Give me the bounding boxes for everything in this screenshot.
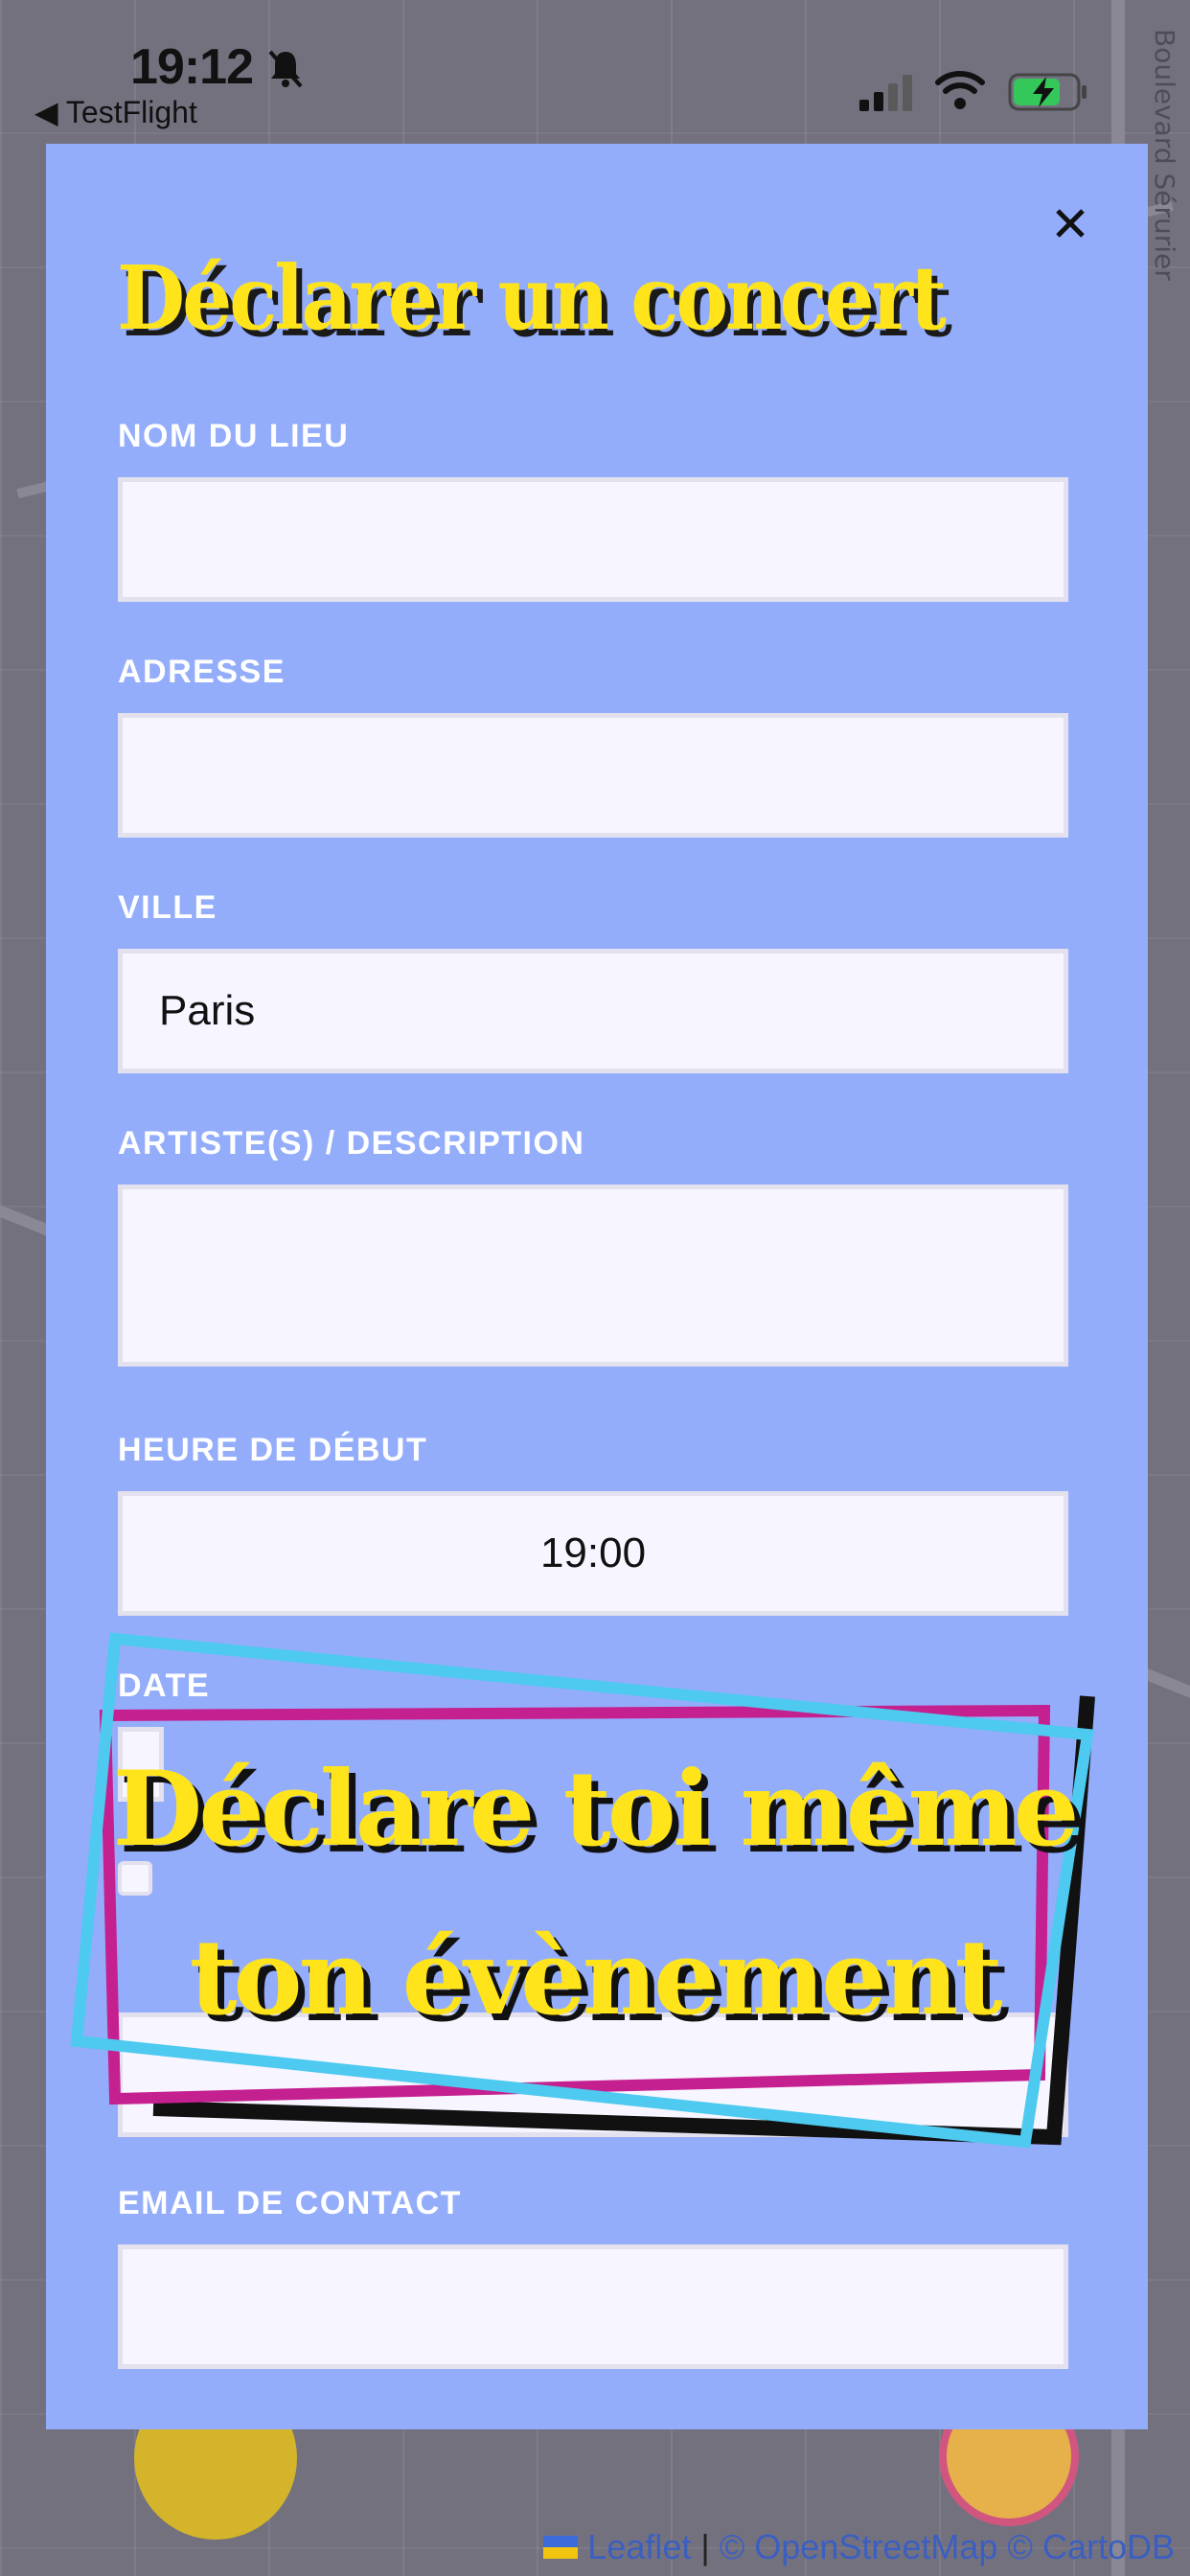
venue-name-input[interactable] xyxy=(118,477,1068,602)
declare-concert-modal: Déclarer un concert NOM DU LIEU ADRESSE … xyxy=(46,144,1148,2429)
ukraine-flag-icon xyxy=(543,2536,579,2559)
address-input[interactable] xyxy=(118,713,1068,838)
attribution-separator: | xyxy=(700,2527,710,2566)
artists-description-input[interactable] xyxy=(118,1184,1068,1367)
wifi-icon xyxy=(935,71,985,109)
battery-charging-icon xyxy=(1008,73,1087,111)
city-label: VILLE xyxy=(118,889,217,926)
status-time: 19:12 xyxy=(130,39,254,95)
modal-title: Déclarer un concert xyxy=(117,247,947,351)
promo-line-2: ton évènement xyxy=(189,1918,1003,2038)
close-icon[interactable] xyxy=(1046,199,1094,247)
map-attribution: Leaflet | © OpenStreetMap © CartoDB xyxy=(524,2518,1190,2576)
cellular-signal-icon xyxy=(859,75,912,111)
contact-email-input[interactable] xyxy=(118,2244,1068,2369)
venue-name-label: NOM DU LIEU xyxy=(118,418,350,454)
openstreetmap-link[interactable]: © OpenStreetMap xyxy=(720,2527,998,2567)
start-time-input[interactable]: 19:00 xyxy=(118,1491,1068,1616)
leaflet-link[interactable]: Leaflet xyxy=(587,2527,691,2567)
artists-description-label: ARTISTE(S) / DESCRIPTION xyxy=(118,1125,585,1162)
promo-line-1: Déclare toi même xyxy=(112,1749,1080,1870)
contact-email-label: EMAIL DE CONTACT xyxy=(118,2185,462,2221)
promo-banner-text: Déclare toi même ton évènement xyxy=(57,1725,1131,2062)
address-label: ADRESSE xyxy=(118,654,286,690)
back-to-testflight-link[interactable]: ◀ TestFlight xyxy=(34,94,197,130)
status-bar: 19:12 ◀ TestFlight xyxy=(0,0,1190,134)
date-label: DATE xyxy=(118,1668,211,1704)
city-input[interactable]: Paris xyxy=(118,949,1068,1073)
bell-muted-icon xyxy=(268,50,303,88)
start-time-label: HEURE DE DÉBUT xyxy=(118,1432,428,1468)
cartodb-link[interactable]: © CartoDB xyxy=(1007,2527,1175,2567)
